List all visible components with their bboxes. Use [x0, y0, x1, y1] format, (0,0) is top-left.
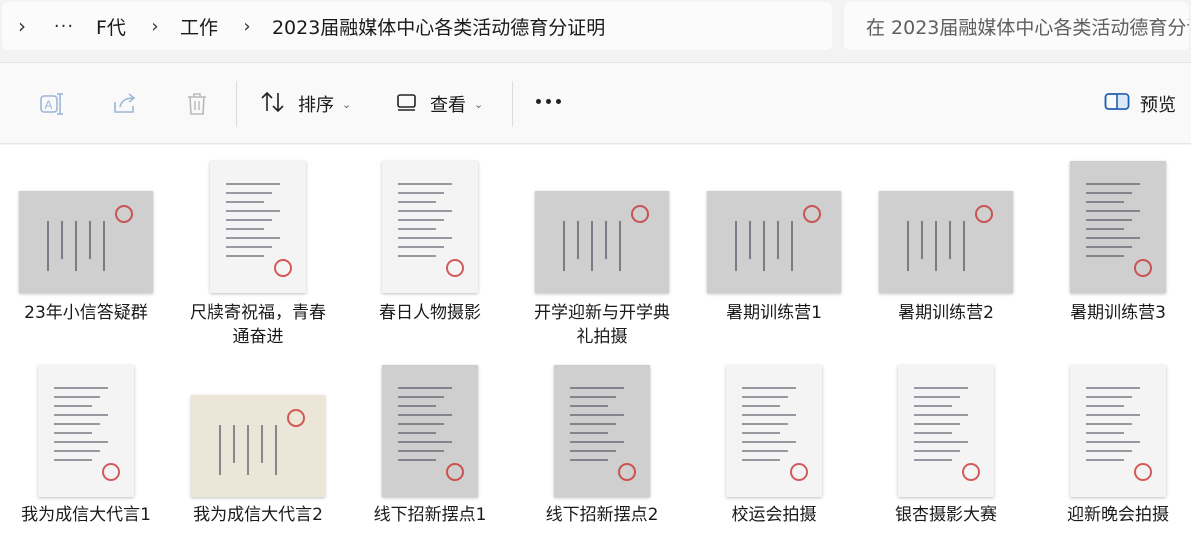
chevron-down-icon: ⌄: [474, 97, 484, 111]
breadcrumb-item-current-folder[interactable]: 2023届融媒体中心各类活动德育分证明: [262, 13, 619, 40]
file-name[interactable]: 校运会拍摄: [688, 503, 860, 527]
file-item[interactable]: 校运会拍摄: [688, 145, 860, 543]
preview-pane-button[interactable]: 预览: [1104, 85, 1176, 123]
svg-text:A: A: [45, 98, 53, 112]
file-item[interactable]: 我为成信大代言1: [0, 145, 172, 543]
view-button[interactable]: 查看 ⌄: [396, 85, 483, 123]
delete-icon[interactable]: [182, 89, 212, 119]
breadcrumb-separator-icon[interactable]: ›: [232, 16, 262, 37]
file-item[interactable]: 我为成信大代言2: [172, 145, 344, 543]
breadcrumb[interactable]: › ··· F代 › 工作 › 2023届融媒体中心各类活动德育分证明: [2, 2, 832, 50]
sort-icon: [260, 90, 286, 119]
file-name[interactable]: 银杏摄影大赛: [860, 503, 1032, 527]
breadcrumb-separator-icon[interactable]: ›: [140, 16, 170, 37]
file-name[interactable]: 我为成信大代言2: [172, 503, 344, 527]
expand-chevron-icon[interactable]: ›: [2, 14, 42, 38]
toolbar-divider: [512, 81, 513, 127]
toolbar-divider: [236, 81, 237, 127]
more-icon[interactable]: [536, 99, 561, 104]
breadcrumb-overflow-button[interactable]: ···: [42, 16, 86, 37]
preview-pane-icon: [1104, 92, 1130, 117]
file-name[interactable]: 线下招新摆点1: [344, 503, 516, 527]
file-thumbnail[interactable]: [554, 365, 650, 497]
file-item[interactable]: 银杏摄影大赛: [860, 145, 1032, 543]
file-item[interactable]: 线下招新摆点2: [516, 145, 688, 543]
file-thumbnail[interactable]: [38, 365, 134, 497]
command-bar: A 排序 ⌄ 查看 ⌄ 预览: [0, 62, 1191, 144]
file-name[interactable]: 线下招新摆点2: [516, 503, 688, 527]
file-thumbnail[interactable]: [1070, 365, 1166, 497]
address-bar-row: › ··· F代 › 工作 › 2023届融媒体中心各类活动德育分证明 在 20…: [0, 0, 1191, 58]
file-name[interactable]: 迎新晚会拍摄: [1032, 503, 1191, 527]
preview-label: 预览: [1140, 95, 1176, 116]
sort-label: 排序: [298, 95, 334, 116]
rename-icon[interactable]: A: [37, 89, 67, 119]
chevron-down-icon: ⌄: [342, 97, 352, 111]
view-label: 查看: [430, 95, 466, 116]
file-grid: 23年小信答疑群 尺牍寄祝福，青春通奋进 春日人物摄影 开学迎新与开学典礼拍摄 暑期训练…: [0, 145, 1191, 543]
file-thumbnail[interactable]: [191, 395, 325, 497]
breadcrumb-item-work[interactable]: 工作: [170, 13, 232, 40]
search-input[interactable]: 在 2023届融媒体中心各类活动德育分证明: [844, 2, 1189, 50]
file-thumbnail[interactable]: [726, 365, 822, 497]
file-item[interactable]: 迎新晚会拍摄: [1032, 145, 1191, 543]
view-icon: [396, 92, 418, 117]
file-thumbnail[interactable]: [898, 365, 994, 497]
file-item[interactable]: 线下招新摆点1: [344, 145, 516, 543]
file-thumbnail[interactable]: [382, 365, 478, 497]
file-name[interactable]: 我为成信大代言1: [0, 503, 172, 527]
share-icon[interactable]: [110, 89, 140, 119]
sort-button[interactable]: 排序 ⌄: [260, 85, 351, 123]
breadcrumb-item-f[interactable]: F代: [86, 13, 140, 40]
